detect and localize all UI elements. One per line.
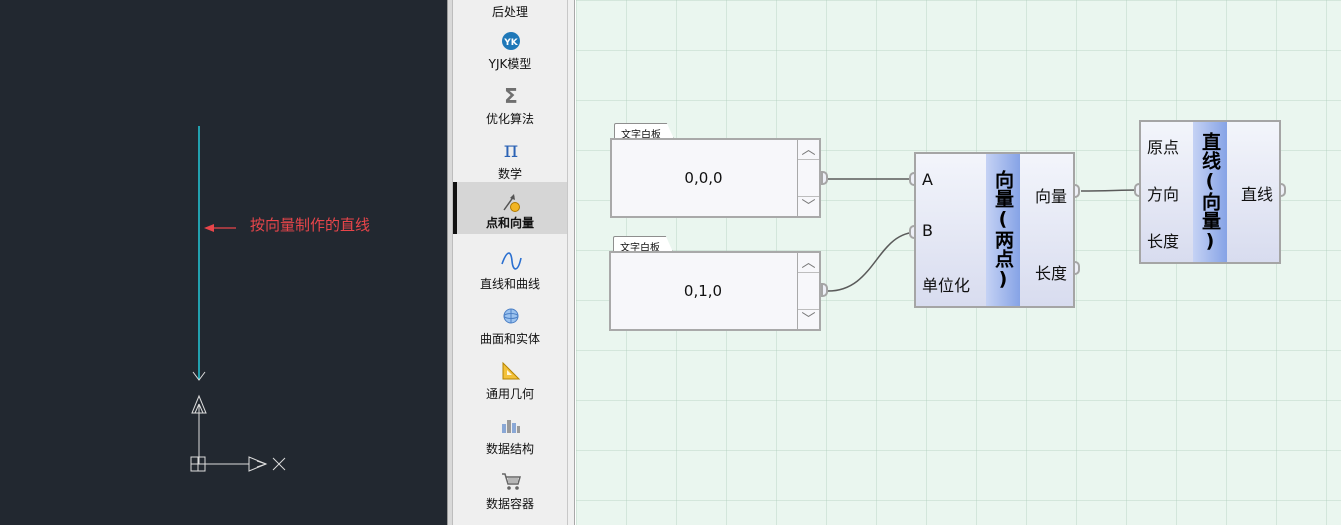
category-data-container[interactable]: 数据容器 — [453, 466, 567, 518]
category-label: 数学 — [497, 167, 522, 181]
category-math[interactable]: π 数学 — [453, 136, 567, 188]
chevron-up-icon[interactable]: ︿ — [798, 140, 819, 160]
node-canvas[interactable]: 文字白板 0,0,0 ︿ ﹀ 文字白板 0,1,0 ︿ ﹀ A B 单位化 向量… — [576, 0, 1341, 525]
output-grip[interactable] — [821, 171, 828, 185]
input-port-b[interactable]: B — [922, 221, 933, 240]
pi-icon: π — [503, 138, 519, 163]
category-general-geometry[interactable]: 通用几何 — [453, 356, 567, 408]
panel-value[interactable]: 0,0,0 — [612, 140, 795, 216]
category-label: YJK模型 — [488, 57, 532, 71]
chevron-down-icon[interactable]: ﹀ — [798, 309, 819, 329]
category-postprocess[interactable]: 后处理 — [453, 0, 567, 26]
category-label: 点和向量 — [485, 216, 534, 230]
cad-viewport[interactable]: 按向量制作的直线 — [0, 0, 447, 525]
ucs-icon — [190, 394, 286, 472]
panel-value[interactable]: 0,1,0 — [611, 253, 795, 329]
category-label: 数据容器 — [485, 497, 534, 511]
yjk-logo-icon: YK — [500, 30, 522, 52]
category-data-structure[interactable]: 数据结构 — [453, 411, 567, 463]
output-grip[interactable] — [821, 283, 828, 297]
output-grip[interactable] — [1279, 183, 1286, 197]
palette-scrollbar[interactable] — [567, 0, 575, 525]
chevron-up-icon[interactable]: ︿ — [798, 253, 819, 273]
point-vector-icon — [500, 192, 522, 214]
category-lines-curves[interactable]: 直线和曲线 — [453, 246, 567, 298]
category-point-vector[interactable]: 点和向量 — [453, 182, 567, 234]
cart-icon — [500, 470, 522, 492]
panel-tab[interactable]: 文字白板 — [614, 123, 674, 139]
category-label: 后处理 — [491, 5, 528, 19]
svg-text:YK: YK — [503, 38, 519, 48]
input-port-length[interactable]: 长度 — [1147, 228, 1179, 252]
panel-scrollbar[interactable]: ︿ ﹀ — [797, 140, 819, 216]
category-label: 直线和曲线 — [479, 277, 540, 291]
category-label: 通用几何 — [485, 387, 534, 401]
text-panel-direction[interactable]: 0,1,0 ︿ ﹀ — [609, 251, 821, 331]
panel-tab[interactable]: 文字白板 — [613, 236, 673, 252]
text-panel-origin[interactable]: 0,0,0 ︿ ﹀ — [610, 138, 821, 218]
output-port-length[interactable]: 长度 — [1035, 260, 1067, 284]
output-port-vector[interactable]: 向量 — [1035, 183, 1067, 207]
input-grip[interactable] — [1134, 183, 1141, 197]
curve-icon — [500, 250, 522, 272]
sigma-icon: Σ — [504, 84, 518, 108]
input-port-direction[interactable]: 方向 — [1147, 181, 1179, 205]
input-grip[interactable] — [909, 172, 916, 186]
wire-panel2-to-b — [827, 231, 919, 292]
panel-scrollbar[interactable]: ︿ ﹀ — [797, 253, 819, 329]
category-label: 曲面和实体 — [479, 332, 540, 346]
output-grip[interactable] — [1073, 184, 1080, 198]
triangle-ruler-icon — [500, 360, 522, 382]
output-port-line[interactable]: 直线 — [1241, 181, 1273, 205]
data-structure-icon — [500, 415, 522, 437]
input-port-normalize[interactable]: 单位化 — [922, 272, 970, 296]
vector-two-points-node[interactable]: A B 单位化 向量(两点) 向量 长度 — [914, 152, 1075, 308]
cad-drawing — [190, 126, 286, 472]
node-title: 直线(向量) — [1193, 122, 1227, 262]
category-optimization[interactable]: Σ 优化算法 — [453, 81, 567, 133]
output-grip[interactable] — [1073, 261, 1080, 275]
input-grip[interactable] — [909, 225, 916, 239]
category-palette: 后处理 YK YJK模型 Σ 优化算法 π 数学 点和向量 直线和曲线 曲面和实… — [453, 0, 567, 525]
category-label: 优化算法 — [485, 112, 534, 126]
cad-annotation-text: 按向量制作的直线 — [250, 216, 371, 234]
category-label: 数据结构 — [485, 442, 534, 456]
chevron-down-icon[interactable]: ﹀ — [798, 196, 819, 216]
category-surfaces-solids[interactable]: 曲面和实体 — [453, 301, 567, 353]
input-port-origin[interactable]: 原点 — [1147, 134, 1179, 158]
category-yjk-model[interactable]: YK YJK模型 — [453, 26, 567, 78]
line-by-vector-node[interactable]: 原点 方向 长度 直线(向量) 直线 — [1139, 120, 1281, 264]
node-title: 向量(两点) — [986, 154, 1020, 306]
input-port-a[interactable]: A — [922, 170, 933, 189]
surface-icon — [500, 305, 522, 327]
